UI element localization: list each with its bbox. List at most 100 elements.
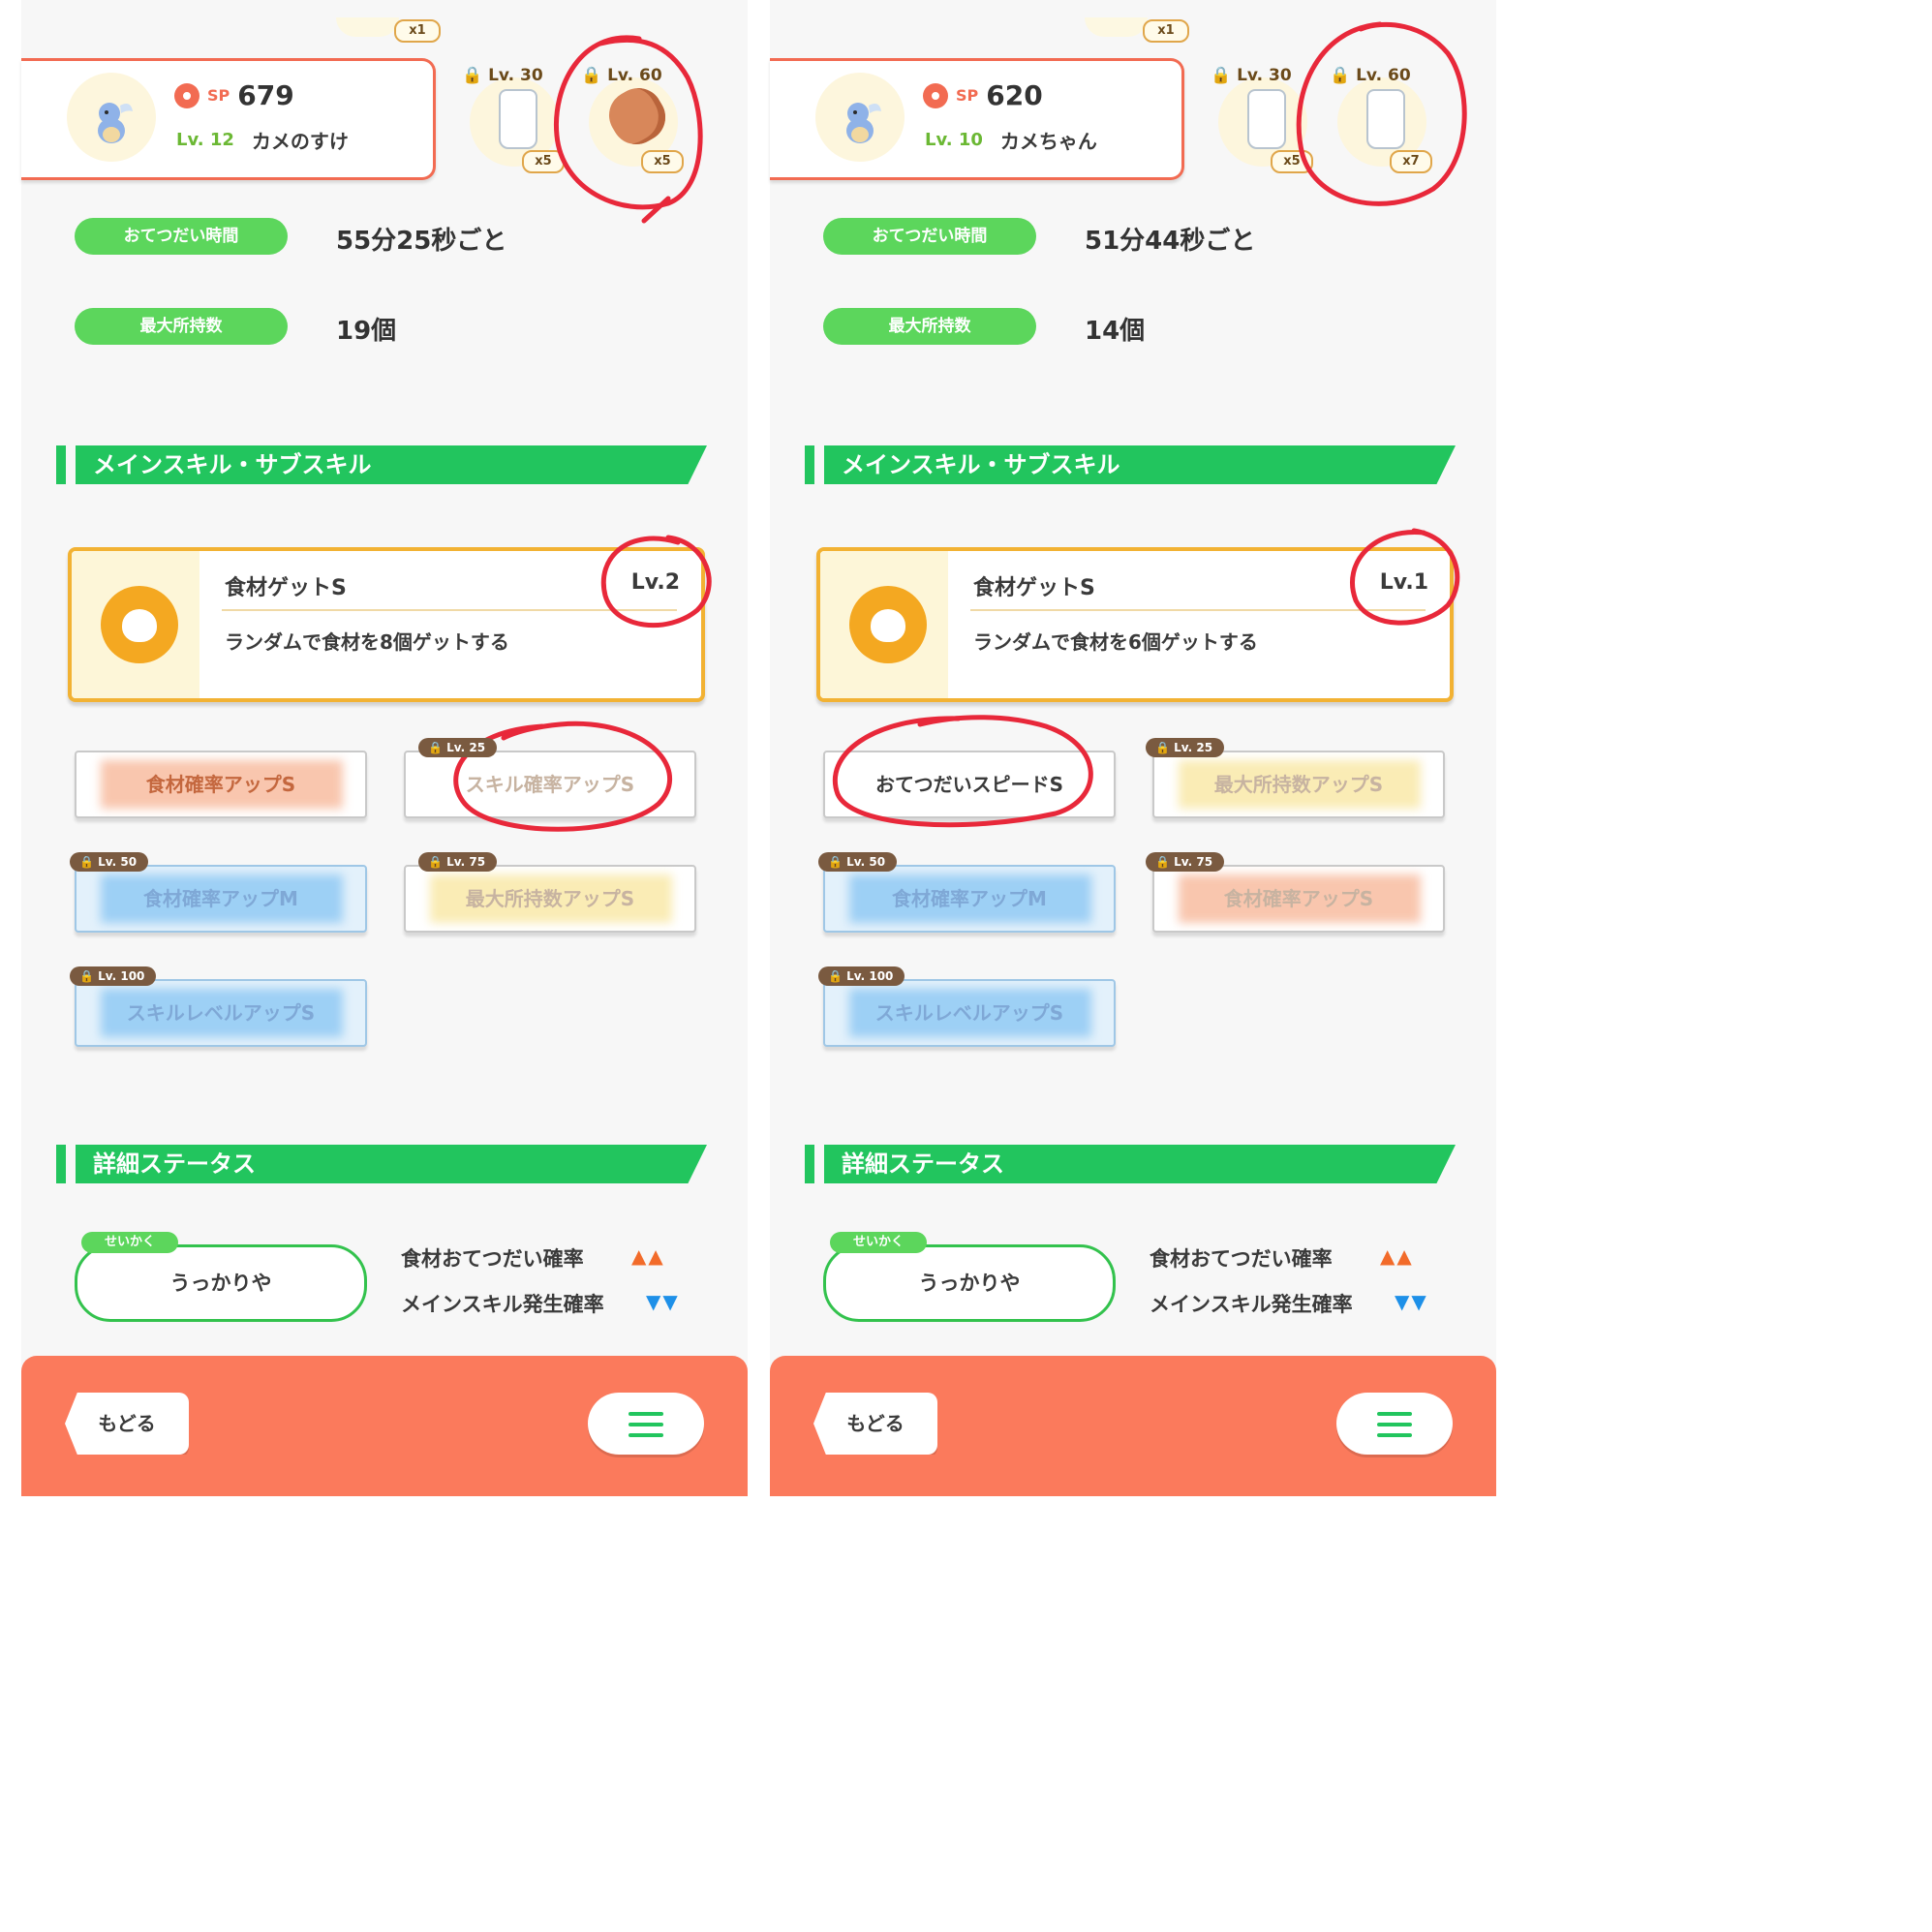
subskill-button[interactable]: スキルレベルアップS xyxy=(75,979,367,1047)
lock-level-text: Lv. 100 xyxy=(98,969,145,983)
back-button[interactable]: もどる xyxy=(65,1393,189,1455)
sp-label: SP xyxy=(956,86,979,105)
pokemon-nickname: カメちゃん xyxy=(999,130,1097,153)
lock-level-text: Lv. 50 xyxy=(846,855,886,869)
top-item-count: x1 xyxy=(1143,19,1189,43)
sp-ball-icon xyxy=(174,82,199,108)
subskill-label: おてつだいスピードS xyxy=(874,773,1063,796)
nature-down-effect: メインスキル発生確率 xyxy=(1150,1293,1353,1316)
milk-bottle-icon xyxy=(499,89,537,149)
subskill-button[interactable]: おてつだいスピードS xyxy=(823,751,1116,818)
subskill-button[interactable]: 最大所持数アップS xyxy=(404,865,696,933)
subskill-button[interactable]: 最大所持数アップS xyxy=(1152,751,1445,818)
lock-level-text: Lv. 75 xyxy=(446,855,486,869)
subskill-label: 食材確率アップS xyxy=(1223,887,1374,910)
ingredient-level-text: Lv. 30 xyxy=(1237,66,1292,85)
ingredient-slot-lv60[interactable]: 🔒 Lv. 60 x5 xyxy=(581,58,688,173)
ingredient-unlock-level: 🔒 Lv. 30 xyxy=(462,66,543,85)
main-skill-name: 食材ゲットS xyxy=(973,576,1095,600)
wartortle-avatar-icon xyxy=(67,73,156,162)
nature-tag: せいかく xyxy=(81,1232,178,1253)
main-skill-card[interactable]: 食材ゲットS Lv.1 ランダムで食材を6個ゲットする xyxy=(816,547,1454,702)
down-arrows-icon: ▼▼ xyxy=(646,1290,680,1313)
apple-icon xyxy=(101,586,178,663)
lock-level-text: Lv. 100 xyxy=(846,969,894,983)
top-item-count: x1 xyxy=(394,19,441,43)
lock-level-tag: 🔒 Lv. 75 xyxy=(1146,852,1225,872)
subskill-label: 食材確率アップM xyxy=(892,887,1047,910)
lock-level-text: Lv. 25 xyxy=(446,741,486,754)
lock-level-tag: 🔒 Lv. 25 xyxy=(418,738,498,757)
nature-up-effect: 食材おてつだい確率 xyxy=(1150,1247,1333,1271)
section-title: メインスキル・サブスキル xyxy=(842,451,1120,478)
pokemon-nickname: カメのすけ xyxy=(251,130,349,153)
subskill-button[interactable]: 食材確率アップS xyxy=(1152,865,1445,933)
lock-level-tag: 🔒 Lv. 100 xyxy=(818,966,905,986)
section-header-status: 詳細ステータス xyxy=(56,1145,707,1183)
main-skill-card[interactable]: 食材ゲットS Lv.2 ランダムで食材を8個ゲットする xyxy=(68,547,705,702)
sp-label: SP xyxy=(207,86,230,105)
hamburger-menu-icon xyxy=(629,1412,663,1437)
ingredient-count: x5 xyxy=(522,150,565,173)
level-name-row: Lv. 10 カメちゃん xyxy=(925,126,1097,154)
top-item-bubble xyxy=(1085,17,1148,37)
wartortle-avatar-icon xyxy=(815,73,905,162)
divider xyxy=(222,609,677,611)
section-header-status: 詳細ステータス xyxy=(805,1145,1456,1183)
ingredient-unlock-level: 🔒 Lv. 60 xyxy=(1330,66,1411,85)
pokemon-detail-panel-right: x1 SP 620 Lv. 10 カメちゃん 🔒 Lv. 30 x5 🔒 Lv.… xyxy=(770,0,1496,1496)
subskill-button[interactable]: 食材確率アップM xyxy=(823,865,1116,933)
nature-tag: せいかく xyxy=(830,1232,927,1253)
help-time-value: 51分44秒ごと xyxy=(1085,227,1256,256)
section-title: メインスキル・サブスキル xyxy=(93,451,372,478)
sp-value: 620 xyxy=(986,79,1043,111)
sp-value: 679 xyxy=(237,79,294,111)
lock-level-tag: 🔒 Lv. 25 xyxy=(1146,738,1225,757)
lock-level-tag: 🔒 Lv. 75 xyxy=(418,852,498,872)
nature-pill[interactable]: うっかりや xyxy=(823,1244,1116,1322)
ingredient-level-text: Lv. 60 xyxy=(607,66,662,85)
ingredient-slot-lv30[interactable]: 🔒 Lv. 30 x5 xyxy=(462,58,568,173)
ingredient-level-text: Lv. 60 xyxy=(1356,66,1411,85)
section-header-skills: メインスキル・サブスキル xyxy=(805,445,1456,484)
back-button[interactable]: もどる xyxy=(813,1393,937,1455)
lock-level-tag: 🔒 Lv. 50 xyxy=(70,852,149,872)
subskill-button[interactable]: スキルレベルアップS xyxy=(823,979,1116,1047)
apple-icon xyxy=(849,586,927,663)
up-arrows-icon: ▲▲ xyxy=(631,1244,665,1268)
ingredient-unlock-level: 🔒 Lv. 60 xyxy=(581,66,662,85)
pokemon-detail-panel-left: x1 SP 679 Lv. 12 カメのすけ 🔒 Lv. 30 x5 🔒 Lv.… xyxy=(21,0,748,1496)
footer-bar: もどる xyxy=(21,1356,748,1496)
skill-icon-area xyxy=(820,551,948,698)
menu-button[interactable] xyxy=(1336,1393,1453,1455)
milk-bottle-icon xyxy=(1366,89,1405,149)
subskill-label: スキルレベルアップS xyxy=(126,1001,316,1025)
max-carry-label: 最大所持数 xyxy=(75,308,288,345)
down-arrows-icon: ▼▼ xyxy=(1395,1290,1428,1313)
subskill-button[interactable]: スキル確率アップS xyxy=(404,751,696,818)
menu-button[interactable] xyxy=(588,1393,704,1455)
nature-down-effect: メインスキル発生確率 xyxy=(401,1293,604,1316)
subskill-button[interactable]: 食材確率アップS xyxy=(75,751,367,818)
pokemon-level: Lv. 12 xyxy=(176,130,234,150)
help-time-label: おてつだい時間 xyxy=(75,218,288,255)
ingredient-level-text: Lv. 30 xyxy=(488,66,543,85)
ingredient-slot-lv60[interactable]: 🔒 Lv. 60 x7 xyxy=(1330,58,1436,173)
ingredient-slot-lv30[interactable]: 🔒 Lv. 30 x5 xyxy=(1211,58,1317,173)
sp-row: SP 679 xyxy=(174,79,294,111)
skill-icon-area xyxy=(72,551,199,698)
subskill-button[interactable]: 食材確率アップM xyxy=(75,865,367,933)
sp-row: SP 620 xyxy=(923,79,1043,111)
lock-level-text: Lv. 25 xyxy=(1174,741,1213,754)
section-header-skills: メインスキル・サブスキル xyxy=(56,445,707,484)
ingredient-count: x5 xyxy=(1271,150,1313,173)
subskill-label: 食材確率アップS xyxy=(145,773,296,796)
nature-pill[interactable]: うっかりや xyxy=(75,1244,367,1322)
footer-bar: もどる xyxy=(770,1356,1496,1496)
help-time-label: おてつだい時間 xyxy=(823,218,1036,255)
help-time-value: 55分25秒ごと xyxy=(336,227,507,256)
lock-level-tag: 🔒 Lv. 100 xyxy=(70,966,157,986)
subskill-label: スキル確率アップS xyxy=(465,773,635,796)
sp-ball-icon xyxy=(923,82,948,108)
main-skill-description: ランダムで食材を8個ゲットする xyxy=(225,630,509,654)
